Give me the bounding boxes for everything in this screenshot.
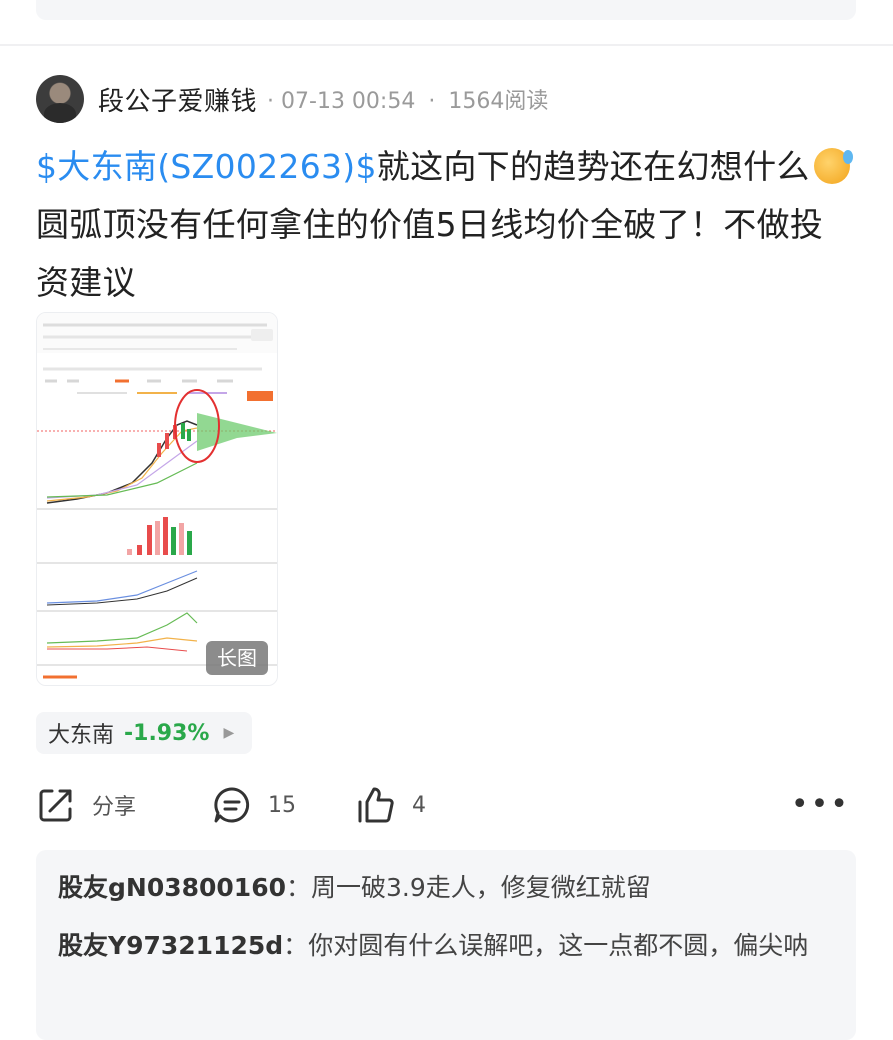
worried-face-emoji-icon [813,148,853,184]
chart-screenshot-image[interactable] [36,312,278,686]
play-arrow-icon: ▶ [223,725,235,741]
stock-quote-chip[interactable]: 大东南 -1.93% ▶ [36,712,253,754]
post-divider [0,44,893,46]
meta-separator: · [267,89,275,114]
author-name[interactable]: 段公子爱赚钱 [98,81,257,118]
comment-user[interactable]: 股友Y97321125d [58,931,283,960]
avatar[interactable] [36,75,84,123]
comment-count: 15 [268,792,296,818]
stock-change: -1.93% [124,720,210,746]
more-dots-icon[interactable]: ••• [791,790,850,820]
comments-preview[interactable]: 股友gN03800160：周一破3.9走人，修复微红就留 股友Y97321125… [36,850,856,1040]
post-text-part2: 圆弧顶没有任何拿住的价值5日线均价全破了！不做投资建议 [36,205,824,302]
stock-chart-thumbnail [37,313,277,685]
read-count: 1564阅读 [448,89,549,114]
meta-separator: · [428,89,436,114]
comment-text: 你对圆有什么误解吧，这一点都不圆，偏尖呐 [308,931,809,960]
stock-name: 大东南 [48,723,115,748]
post-date: 07-13 00:54 [281,89,416,114]
stock-tag-link[interactable]: $大东南(SZ002263)$ [36,147,377,186]
post-meta: · 07-13 00:54 · 1564阅读 [267,83,548,115]
comment-user[interactable]: 股友gN03800160 [58,873,286,902]
comment-colon: ： [283,931,309,960]
comment-text: 周一破3.9走人，修复微红就留 [311,873,651,902]
comment-item: 股友gN03800160：周一破3.9走人，修复微红就留 [58,864,828,912]
post-text-part1: 就这向下的趋势还在幻想什么 [376,147,810,186]
post-content: $大东南(SZ002263)$就这向下的趋势还在幻想什么圆弧顶没有任何拿住的价值… [36,138,856,312]
comment-item: 股友Y97321125d：你对圆有什么误解吧，这一点都不圆，偏尖呐 [58,922,828,970]
share-icon [39,789,72,822]
comment-colon: ： [285,873,311,902]
comment-icon [214,787,250,823]
comment-button[interactable]: 15 [212,780,296,830]
share-button[interactable]: 分享 [36,780,136,830]
thumbs-up-icon [358,787,394,823]
like-button[interactable]: 4 [356,780,426,830]
share-label: 分享 [92,795,137,820]
long-image-badge: 长图 [206,641,268,675]
like-count: 4 [412,792,426,818]
previous-post-card[interactable] [36,0,856,20]
post-action-bar: 分享 15 4 ••• [36,780,856,830]
author-row: 段公子爱赚钱 · 07-13 00:54 · 1564阅读 [36,74,548,124]
